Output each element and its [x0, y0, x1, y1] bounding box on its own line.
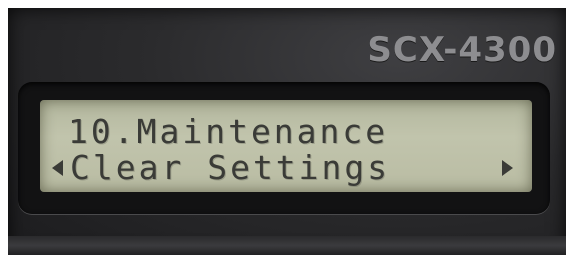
lcd-display: 10.Maintenance Clear Settings — [40, 100, 532, 192]
model-label: SCX-4300 — [367, 30, 557, 70]
menu-option: Clear Settings — [70, 148, 391, 187]
left-arrow-icon — [52, 160, 63, 176]
menu-title: 10.Maintenance — [68, 112, 389, 151]
panel-bottom-edge — [8, 236, 566, 255]
right-arrow-icon — [502, 160, 513, 176]
